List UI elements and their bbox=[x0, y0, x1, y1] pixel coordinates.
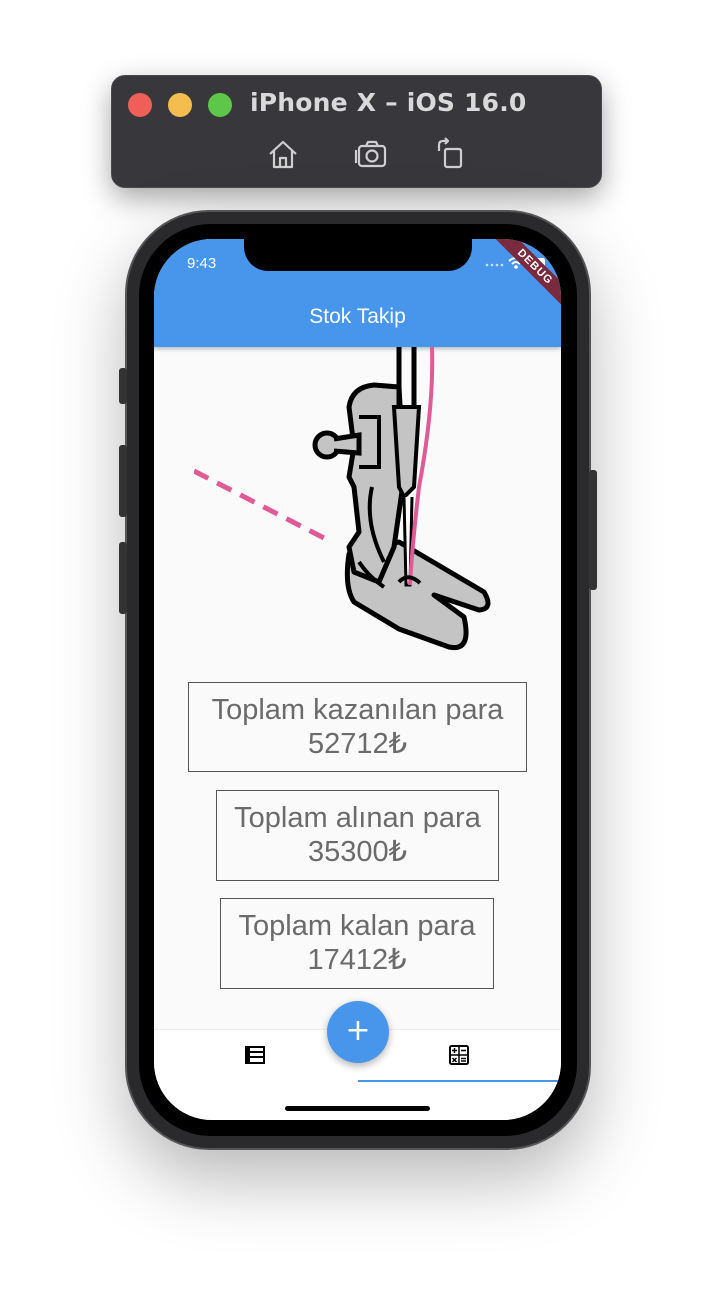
home-icon[interactable] bbox=[266, 137, 300, 171]
stat-value: 17412₺ bbox=[307, 944, 407, 976]
list-icon[interactable] bbox=[245, 1046, 265, 1069]
stat-total-remaining: Toplam kalan para 17412₺ bbox=[220, 898, 494, 989]
stat-value: 35300₺ bbox=[307, 836, 408, 868]
stat-label: Toplam kalan para bbox=[238, 910, 476, 942]
page-title: Stok Takip bbox=[309, 305, 406, 328]
sewing-machine-illustration bbox=[194, 347, 491, 651]
app-screen: 9:43 Stok Takip DEBUG Toplam kazanılan p… bbox=[154, 239, 561, 1120]
volume-up-button[interactable] bbox=[119, 445, 127, 517]
minimize-window-button[interactable] bbox=[168, 93, 192, 117]
zoom-window-button[interactable] bbox=[208, 93, 232, 117]
home-indicator bbox=[285, 1106, 430, 1111]
notch bbox=[244, 239, 472, 271]
rotate-icon[interactable] bbox=[434, 137, 468, 171]
power-button[interactable] bbox=[589, 470, 597, 590]
mute-switch[interactable] bbox=[119, 368, 127, 404]
volume-down-button[interactable] bbox=[119, 542, 127, 614]
stat-label: Toplam kazanılan para bbox=[211, 694, 504, 726]
stat-total-received: Toplam alınan para 35300₺ bbox=[216, 790, 499, 881]
screenshot-icon[interactable] bbox=[354, 137, 388, 171]
add-button[interactable]: + bbox=[327, 1001, 389, 1063]
close-window-button[interactable] bbox=[128, 93, 152, 117]
stat-value: 52712₺ bbox=[307, 728, 408, 760]
status-time: 9:43 bbox=[187, 255, 217, 272]
stat-total-earned: Toplam kazanılan para 52712₺ bbox=[188, 682, 527, 772]
stat-label: Toplam alınan para bbox=[234, 802, 481, 834]
calculator-icon[interactable] bbox=[449, 1045, 469, 1070]
selected-tab-indicator bbox=[358, 1080, 561, 1082]
simulator-title: iPhone X – iOS 16.0 bbox=[250, 88, 527, 117]
